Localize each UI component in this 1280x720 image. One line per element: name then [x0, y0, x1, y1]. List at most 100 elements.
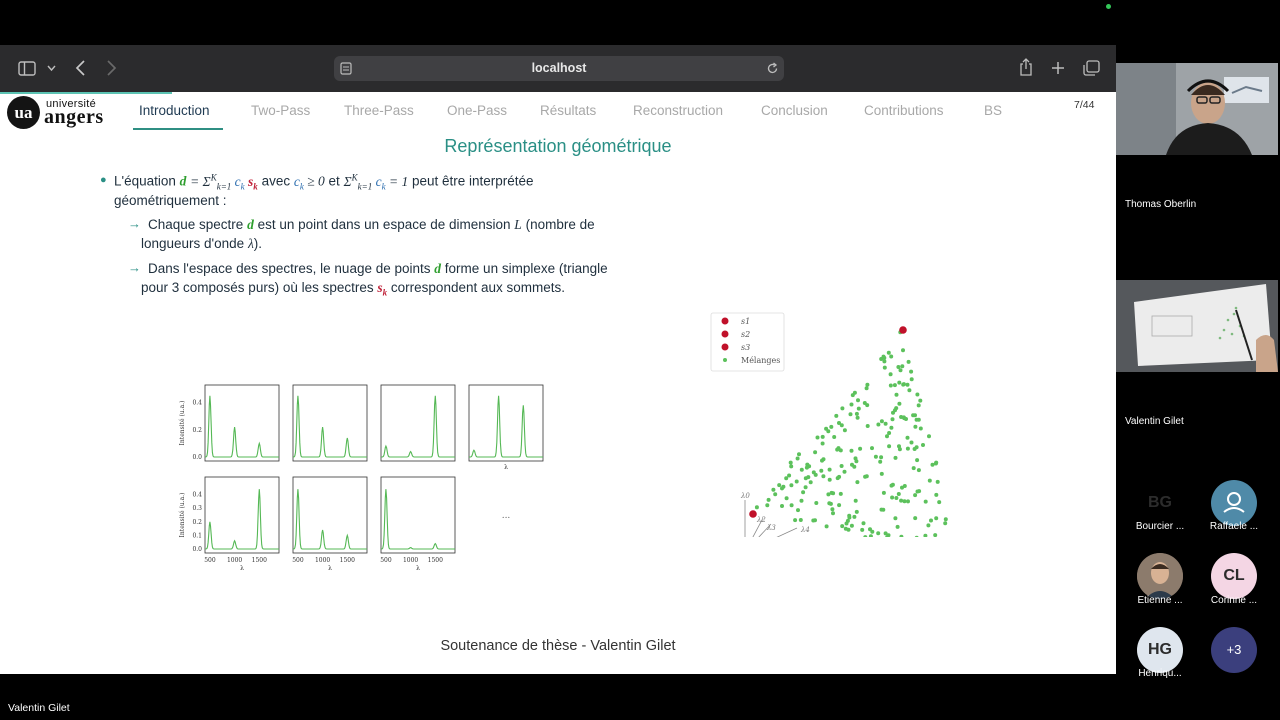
avatar-label-bourcier: Bourcier ...	[1135, 521, 1185, 532]
sidebar-icon[interactable]	[18, 61, 36, 76]
y-axis-label: Intensité (u.a.)	[179, 401, 186, 446]
mixture-point	[854, 509, 859, 514]
mixture-point	[868, 527, 872, 532]
mixture-point	[873, 454, 878, 459]
arrow-right-icon: →	[128, 260, 141, 275]
mixture-point	[894, 496, 899, 500]
nav-contributions[interactable]: Contributions	[864, 103, 944, 123]
address-bar[interactable]: localhost	[334, 56, 784, 81]
mixture-point	[840, 524, 845, 529]
presenter-label: Valentin Gilet	[8, 702, 70, 714]
mixture-point	[901, 382, 906, 387]
sub-bullet-1-line-1: Chaque spectre d est un point dans un es…	[148, 217, 595, 232]
chevron-down-icon[interactable]	[47, 65, 56, 72]
chevron-right-icon[interactable]	[106, 60, 117, 76]
plus-icon[interactable]	[1051, 61, 1065, 75]
mixture-point	[882, 365, 887, 370]
mixture-point	[927, 478, 932, 483]
mixture-point	[890, 482, 895, 487]
mixture-point	[797, 452, 801, 457]
mixture-point	[824, 426, 829, 431]
nav-one-pass[interactable]: One-Pass	[447, 103, 507, 123]
mixture-point	[815, 435, 820, 440]
mixture-point	[943, 521, 948, 526]
mixture-point	[845, 518, 850, 523]
mixture-point	[901, 348, 905, 353]
slide-footer: Soutenance de thèse - Valentin Gilet	[440, 638, 676, 654]
mixture-point	[937, 500, 942, 505]
mixture-point	[881, 490, 886, 495]
avatar-hg[interactable]: HG	[1137, 627, 1183, 673]
avatar-raffaele[interactable]	[1211, 480, 1257, 526]
axis-label: λ0	[740, 492, 750, 500]
chevron-left-icon[interactable]	[75, 60, 86, 76]
nav-active-underline	[133, 128, 223, 130]
screen: localhost ua université angers Introduct…	[0, 0, 1280, 720]
mixture-point	[850, 393, 855, 398]
mixture-point	[889, 354, 894, 359]
sub-bullet-2-line-2: pour 3 composés purs) où les spectres sk…	[141, 280, 566, 298]
mixture-point	[861, 521, 866, 526]
vertex-point	[749, 510, 757, 518]
mixture-point	[813, 518, 817, 523]
avatar-etienne[interactable]	[1137, 553, 1183, 599]
nav-bs[interactable]: BS	[984, 103, 1002, 123]
nav-conclusion[interactable]: Conclusion	[761, 103, 828, 123]
avatar-label-raffaele: Raffaele ...	[1209, 521, 1259, 532]
mixture-point	[894, 392, 899, 397]
mixture-point	[842, 428, 847, 433]
nav-introduction[interactable]: Introduction	[139, 103, 210, 123]
mixture-point	[896, 365, 901, 369]
x-tick-label: 500	[292, 557, 304, 564]
spectra-figure: 0.0 0.2 0.4 0.0 0.1 0.2 0.3 0.4 Intensité (u.a.)…	[179, 384, 544, 572]
avatar-cl[interactable]: CL	[1211, 553, 1257, 599]
mixture-point	[930, 462, 935, 467]
mixture-point	[935, 479, 940, 484]
x-axis-label: λ	[416, 565, 420, 572]
nav-two-pass[interactable]: Two-Pass	[251, 103, 310, 123]
tabs-icon[interactable]	[1083, 60, 1100, 76]
mixture-point	[855, 415, 860, 420]
mixture-point	[837, 503, 842, 508]
mixture-point	[814, 501, 819, 505]
mixture-point	[830, 507, 835, 512]
mixture-point	[921, 443, 925, 447]
mixture-point	[821, 474, 826, 479]
mixture-point	[832, 435, 837, 439]
mixture-point	[907, 388, 912, 393]
mixture-point	[881, 354, 886, 359]
spectrum-panel-frame	[380, 384, 456, 462]
axis-label: λ3	[766, 524, 776, 532]
more-participants-button[interactable]: +3	[1211, 627, 1257, 673]
ellipsis-label: ...	[502, 511, 511, 521]
mixture-point	[887, 444, 892, 449]
nav-reconstruction[interactable]: Reconstruction	[633, 103, 723, 123]
legend-marker	[723, 358, 727, 362]
nav-three-pass[interactable]: Three-Pass	[344, 103, 414, 123]
nav-resultats[interactable]: Résultats	[540, 103, 596, 123]
y-tick-label: 0.1	[192, 532, 202, 539]
mixture-point	[934, 492, 939, 497]
mixture-point	[892, 383, 897, 388]
mixture-point	[879, 507, 884, 512]
y-tick-label: 0.0	[192, 454, 202, 461]
mixture-point	[855, 480, 860, 485]
mixture-point	[849, 523, 854, 528]
participant-video-thomas[interactable]	[1116, 63, 1278, 155]
avatar-bg[interactable]: BG	[1137, 480, 1183, 526]
spectrum-panel-frame	[204, 384, 280, 462]
mixture-point	[846, 527, 851, 532]
mixture-point	[927, 434, 931, 439]
bullet-line-1: L'équation d = ΣKk=1 ck sk avec ck ≥ 0 e…	[114, 172, 534, 192]
mixture-point	[923, 533, 928, 537]
user-icon	[1223, 492, 1245, 513]
reload-icon[interactable]	[766, 62, 779, 75]
mixture-point	[789, 503, 794, 508]
legend-label: Mélanges	[741, 356, 780, 365]
mixture-point	[799, 467, 804, 472]
participant-video-valentin[interactable]	[1116, 280, 1278, 372]
mixture-point	[784, 476, 789, 481]
mixture-point	[909, 377, 914, 382]
share-icon[interactable]	[1019, 58, 1033, 76]
mixture-point	[923, 499, 928, 504]
